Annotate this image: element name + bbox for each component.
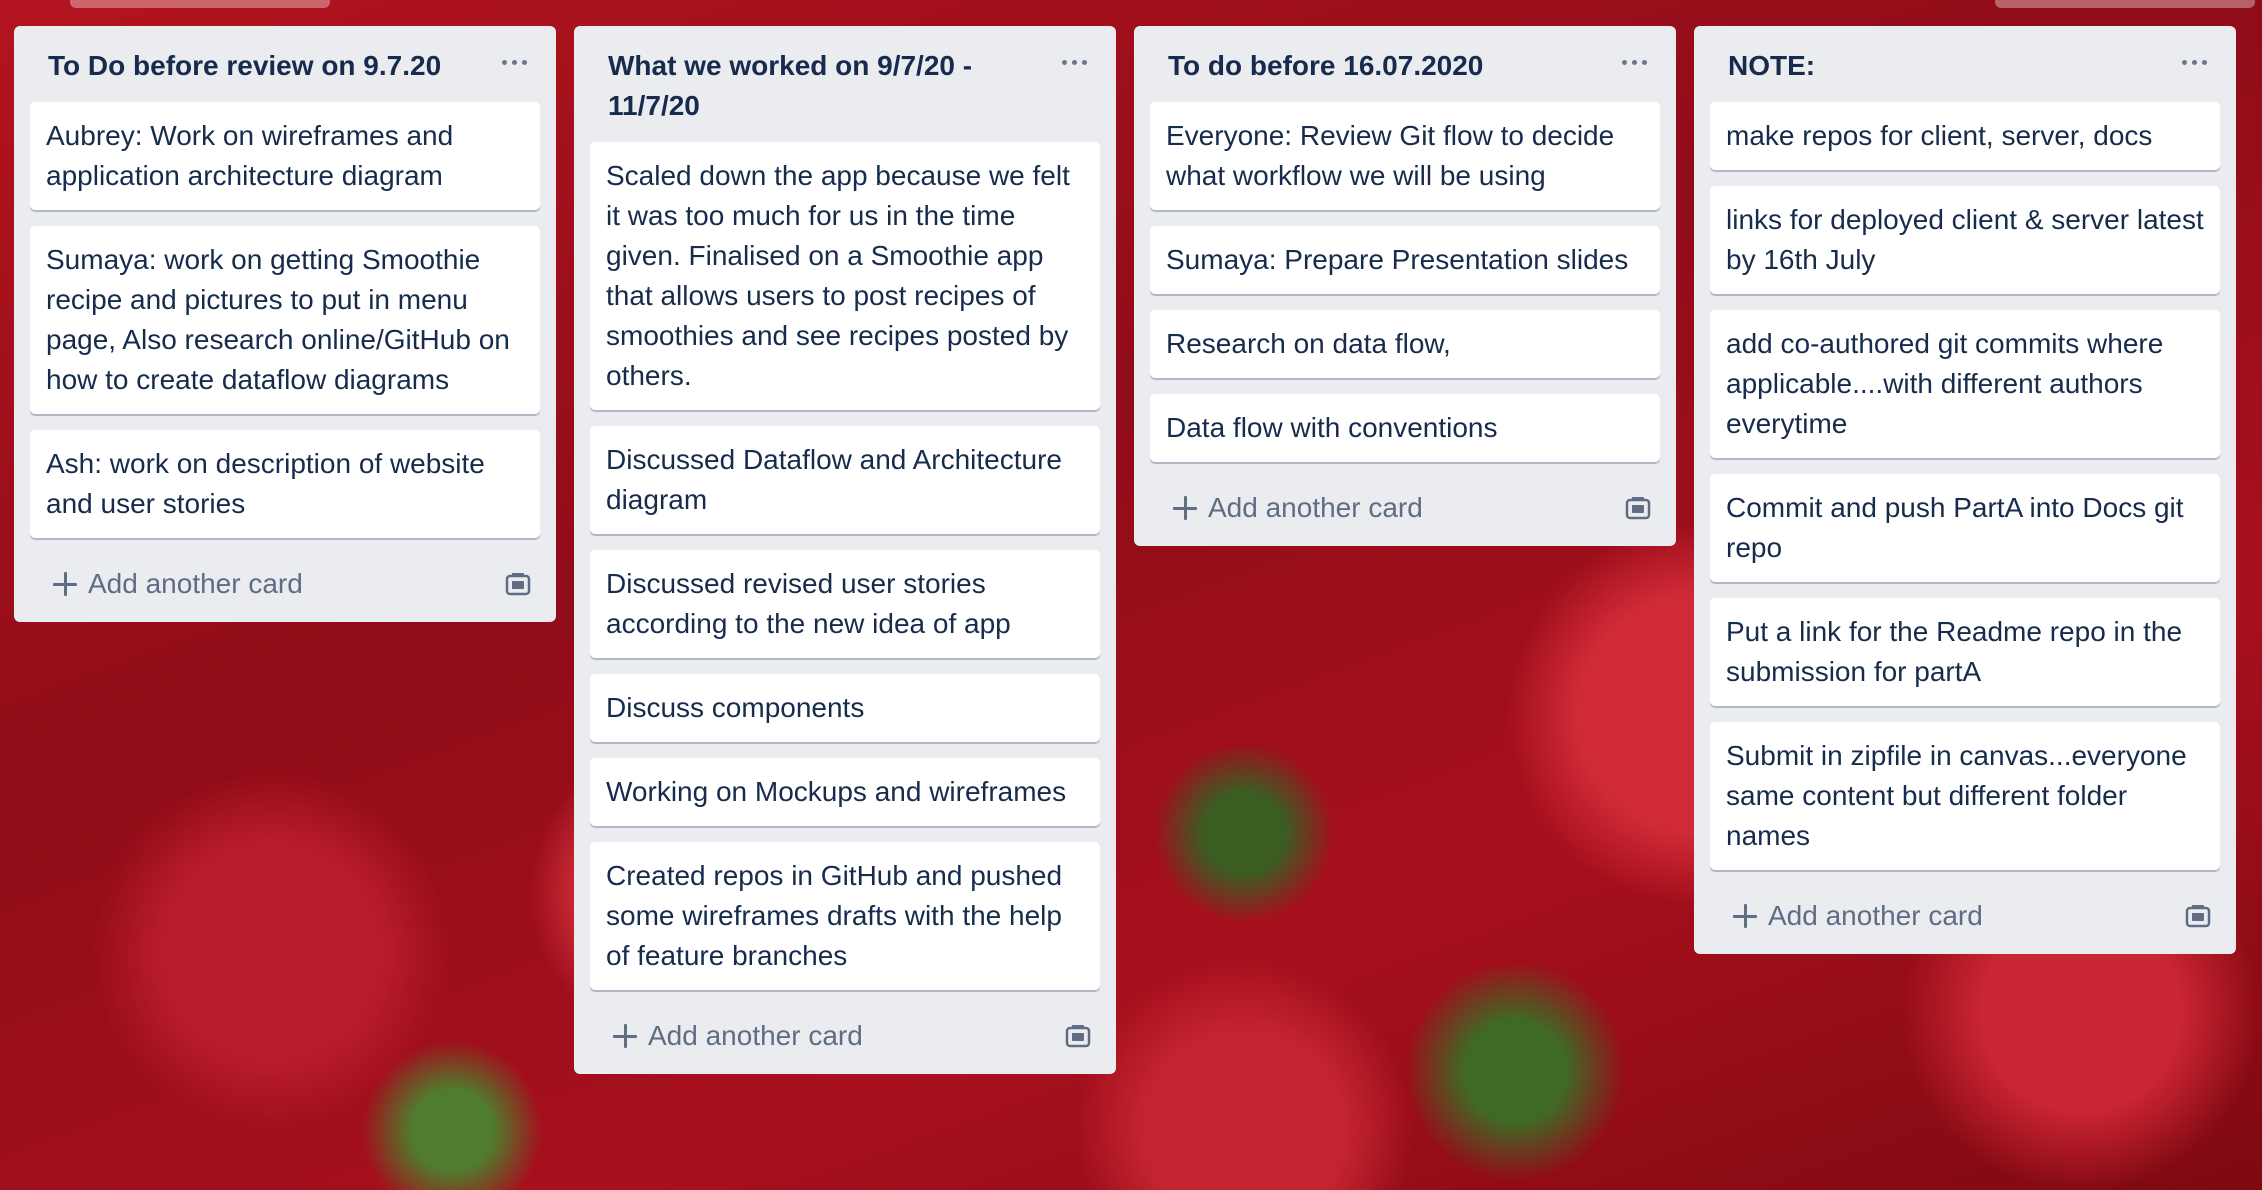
plus-icon <box>1172 495 1198 521</box>
card[interactable]: Sumaya: Prepare Presentation slides <box>1150 226 1660 294</box>
card[interactable]: Research on data flow, <box>1150 310 1660 378</box>
header-control[interactable] <box>70 0 330 8</box>
card[interactable]: Discuss components <box>590 674 1100 742</box>
card[interactable]: Ash: work on description of website and … <box>30 430 540 538</box>
card[interactable]: Everyone: Review Git flow to decide what… <box>1150 102 1660 210</box>
card[interactable]: make repos for client, server, docs <box>1710 102 2220 170</box>
card[interactable]: add co-authored git commits where applic… <box>1710 310 2220 458</box>
list-title[interactable]: NOTE: <box>1728 50 1815 81</box>
card-template-icon[interactable] <box>504 570 532 598</box>
card[interactable]: Submit in zipfile in canvas...everyone s… <box>1710 722 2220 870</box>
card[interactable]: Put a link for the Readme repo in the su… <box>1710 598 2220 706</box>
add-card-label: Add another card <box>1208 492 1423 523</box>
card[interactable]: Sumaya: work on getting Smoothie recipe … <box>30 226 540 414</box>
card-template-icon[interactable] <box>2184 902 2212 930</box>
more-horizontal-icon[interactable] <box>2174 42 2214 82</box>
card[interactable]: Created repos in GitHub and pushed some … <box>590 842 1100 990</box>
add-card-row: Add another card <box>590 1006 1100 1066</box>
plus-icon <box>52 571 78 597</box>
add-card-button[interactable]: Add another card <box>52 568 303 600</box>
list-title[interactable]: To do before 16.07.2020 <box>1168 50 1483 81</box>
list-header[interactable]: What we worked on 9/7/20 - 11/7/20 <box>590 26 1100 142</box>
board-header-strip <box>0 0 2262 10</box>
card[interactable]: Discussed revised user stories according… <box>590 550 1100 658</box>
list-todo-before-16-07: To do before 16.07.2020 Everyone: Review… <box>1134 26 1676 546</box>
add-card-button[interactable]: Add another card <box>1732 900 1983 932</box>
add-card-row: Add another card <box>1150 478 1660 538</box>
add-card-row: Add another card <box>30 554 540 614</box>
card-template-icon[interactable] <box>1624 494 1652 522</box>
card[interactable]: Discussed Dataflow and Architecture diag… <box>590 426 1100 534</box>
add-card-row: Add another card <box>1710 886 2220 946</box>
add-card-label: Add another card <box>648 1020 863 1051</box>
list-title[interactable]: What we worked on 9/7/20 - 11/7/20 <box>608 50 972 121</box>
card[interactable]: Scaled down the app because we felt it w… <box>590 142 1100 410</box>
plus-icon <box>612 1023 638 1049</box>
list-note: NOTE: make repos for client, server, doc… <box>1694 26 2236 954</box>
add-card-button[interactable]: Add another card <box>1172 492 1423 524</box>
add-card-button[interactable]: Add another card <box>612 1020 863 1052</box>
add-card-label: Add another card <box>1768 900 1983 931</box>
card[interactable]: Data flow with conventions <box>1150 394 1660 462</box>
list-todo-before-review: To Do before review on 9.7.20 Aubrey: Wo… <box>14 26 556 622</box>
card[interactable]: Aubrey: Work on wireframes and applicati… <box>30 102 540 210</box>
more-horizontal-icon[interactable] <box>494 42 534 82</box>
list-header[interactable]: To Do before review on 9.7.20 <box>30 26 540 102</box>
list-what-we-worked-on: What we worked on 9/7/20 - 11/7/20 Scale… <box>574 26 1116 1074</box>
list-title[interactable]: To Do before review on 9.7.20 <box>48 50 441 81</box>
card[interactable]: Commit and push PartA into Docs git repo <box>1710 474 2220 582</box>
list-header[interactable]: To do before 16.07.2020 <box>1150 26 1660 102</box>
more-horizontal-icon[interactable] <box>1054 42 1094 82</box>
card[interactable]: Working on Mockups and wireframes <box>590 758 1100 826</box>
header-control[interactable] <box>1995 0 2255 8</box>
plus-icon <box>1732 903 1758 929</box>
card[interactable]: links for deployed client & server lates… <box>1710 186 2220 294</box>
list-header[interactable]: NOTE: <box>1710 26 2220 102</box>
more-horizontal-icon[interactable] <box>1614 42 1654 82</box>
add-card-label: Add another card <box>88 568 303 599</box>
card-template-icon[interactable] <box>1064 1022 1092 1050</box>
